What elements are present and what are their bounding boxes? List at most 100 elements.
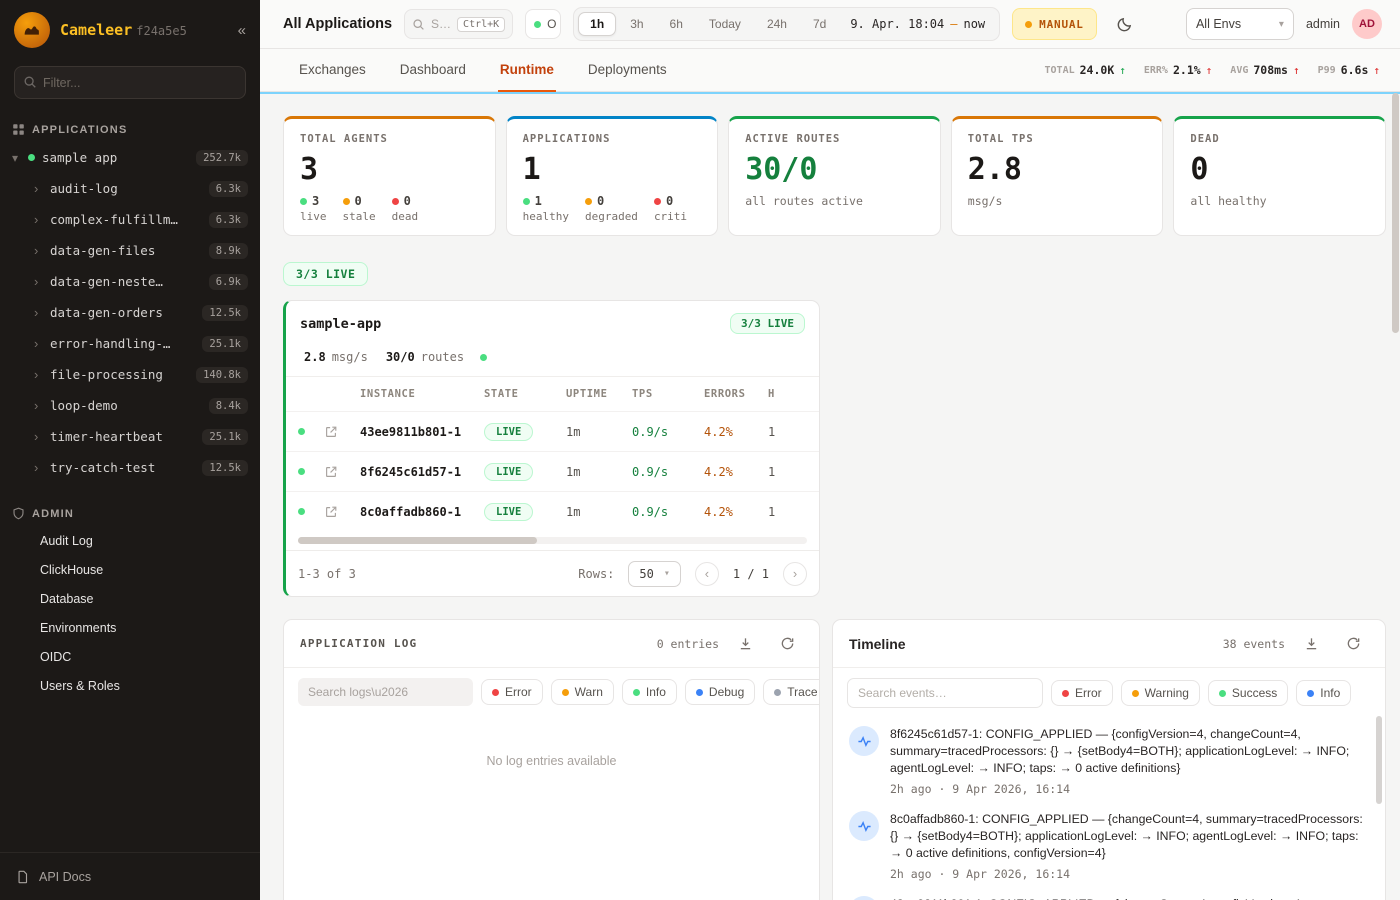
timeline-panel: Timeline 38 events Error Warning Success…	[832, 619, 1386, 900]
external-link-icon[interactable]	[324, 425, 360, 439]
sidebar-collapse-button[interactable]: «	[238, 22, 246, 39]
chevron-right-icon	[34, 243, 50, 258]
log-filter-debug[interactable]: Debug	[685, 679, 755, 705]
app-meta: 2.8msg/s 30/0routes	[286, 346, 819, 377]
page-scrollbar[interactable]	[1392, 93, 1399, 899]
tab-runtime[interactable]: Runtime	[498, 49, 556, 92]
table-row[interactable]: 43ee9811b801-1 LIVE 1m 0.9/s 4.2% 1	[286, 411, 819, 451]
sidebar-item-data-gen-orders[interactable]: data-gen-orders12.5k	[0, 297, 260, 328]
admin-shield-icon	[12, 507, 25, 520]
scrollbar-thumb[interactable]	[1392, 93, 1399, 333]
dark-mode-toggle[interactable]	[1109, 8, 1141, 40]
manual-dot	[1025, 21, 1032, 28]
download-button[interactable]	[729, 628, 761, 660]
chevron-right-icon	[34, 429, 50, 444]
sidebar-item-oidc[interactable]: OIDC	[0, 642, 260, 671]
table-row[interactable]: 8f6245c61d57-1 LIVE 1m 0.9/s 4.2% 1	[286, 451, 819, 491]
horizontal-scrollbar[interactable]	[298, 537, 807, 544]
admin-section-header: ADMIN	[0, 497, 260, 526]
sidebar-item-try-catch-test[interactable]: try-catch-test12.5k	[0, 452, 260, 483]
online-status-chip[interactable]: O	[525, 9, 561, 39]
table-row[interactable]: 8c0affadb860-1 LIVE 1m 0.9/s 4.2% 1	[286, 491, 819, 531]
tab-bar: Exchanges Dashboard Runtime Deployments …	[260, 49, 1400, 92]
scrollbar-thumb[interactable]	[298, 537, 537, 544]
applications-section-label: APPLICATIONS	[32, 124, 127, 136]
log-filter-trace[interactable]: Trace	[763, 679, 820, 705]
list-item[interactable]: 43ee9811b801-1: CONFIG_APPLIED — {change…	[849, 896, 1367, 900]
brand-header: Cameleerf24a5e5 «	[0, 0, 260, 58]
online-dot	[534, 21, 541, 28]
sidebar-item-sample-app[interactable]: sample app 252.7k	[0, 142, 260, 173]
sidebar-item-data-gen-files[interactable]: data-gen-files8.9k	[0, 235, 260, 266]
tab-deployments[interactable]: Deployments	[586, 49, 669, 92]
tab-dashboard[interactable]: Dashboard	[398, 49, 468, 92]
timeline-search-input[interactable]	[847, 678, 1043, 708]
sidebar-item-error-handling[interactable]: error-handling-…25.1k	[0, 328, 260, 359]
log-filter-error[interactable]: Error	[481, 679, 543, 705]
timeline-scrollbar[interactable]	[1376, 716, 1382, 804]
sidebar-item-file-processing[interactable]: file-processing140.8k	[0, 359, 260, 390]
external-link-icon[interactable]	[324, 505, 360, 519]
metric-err: ERR%2.1%	[1144, 63, 1212, 78]
tab-exchanges[interactable]: Exchanges	[297, 49, 368, 92]
top-bar: All Applications S… Ctrl+K O 1h 3h 6h To…	[260, 0, 1400, 49]
log-search-input[interactable]	[298, 678, 473, 706]
avatar[interactable]: AD	[1352, 9, 1382, 39]
search-placeholder-text: S…	[431, 17, 451, 31]
global-search[interactable]: S… Ctrl+K	[404, 9, 513, 39]
sidebar-item-loop-demo[interactable]: loop-demo8.4k	[0, 390, 260, 421]
metric-total: TOTAL24.0K	[1045, 63, 1126, 78]
next-page-button[interactable]: ›	[783, 562, 807, 586]
sidebar-item-users-roles[interactable]: Users & Roles	[0, 671, 260, 700]
trend-up-icon	[1293, 63, 1300, 78]
username-label: admin	[1306, 17, 1340, 31]
live-filter-badge[interactable]: 3/3 LIVE	[283, 262, 368, 286]
header-metrics: TOTAL24.0K ERR%2.1% AVG708ms P996.6s	[1045, 63, 1380, 78]
chevron-right-icon	[34, 336, 50, 351]
sidebar-item-data-gen-nested[interactable]: data-gen-neste…6.9k	[0, 266, 260, 297]
refresh-mode-button[interactable]: MANUAL	[1012, 8, 1097, 40]
timeline-filter-warning[interactable]: Warning	[1121, 680, 1200, 706]
refresh-button[interactable]	[1337, 628, 1369, 660]
sidebar-item-timer-heartbeat[interactable]: timer-heartbeat25.1k	[0, 421, 260, 452]
range-3h[interactable]: 3h	[618, 12, 655, 36]
app-card-sample-app: sample-app 3/3 LIVE 2.8msg/s 30/0routes …	[283, 300, 820, 597]
sidebar-item-complex-fulfillment[interactable]: complex-fulfillm…6.3k	[0, 204, 260, 235]
environment-select[interactable]: All Envs	[1186, 8, 1294, 40]
external-link-icon[interactable]	[324, 465, 360, 479]
range-7d[interactable]: 7d	[801, 12, 838, 36]
range-1h[interactable]: 1h	[578, 12, 616, 36]
chevron-right-icon	[34, 181, 50, 196]
document-icon	[16, 870, 30, 884]
range-today[interactable]: Today	[697, 12, 753, 36]
sidebar-item-environments[interactable]: Environments	[0, 613, 260, 642]
applications-icon	[12, 123, 25, 136]
download-button[interactable]	[1295, 628, 1327, 660]
list-item[interactable]: 8c0affadb860-1: CONFIG_APPLIED — {change…	[849, 811, 1367, 881]
app-label: sample app	[42, 150, 117, 165]
search-icon	[23, 75, 37, 89]
timeline-filter-info[interactable]: Info	[1296, 680, 1351, 706]
breakdown-healthy: 1healthy	[523, 194, 569, 223]
sidebar-item-database[interactable]: Database	[0, 584, 260, 613]
brand-name: Cameleer	[60, 21, 132, 39]
timeline-filter-success[interactable]: Success	[1208, 680, 1288, 706]
list-item[interactable]: 8f6245c61d57-1: CONFIG_APPLIED — {config…	[849, 726, 1367, 796]
date-range-display[interactable]: 9. Apr. 18:04 — now	[840, 17, 995, 31]
page-title: All Applications	[283, 16, 392, 32]
timeline-filter-error[interactable]: Error	[1051, 680, 1113, 706]
log-filter-warn[interactable]: Warn	[551, 679, 614, 705]
rows-per-page-select[interactable]: 50	[628, 561, 680, 587]
log-filter-info[interactable]: Info	[622, 679, 677, 705]
range-24h[interactable]: 24h	[755, 12, 799, 36]
api-docs-link[interactable]: API Docs	[0, 852, 260, 900]
sidebar-item-audit-log[interactable]: audit-log6.3k	[0, 173, 260, 204]
refresh-icon	[1346, 636, 1361, 651]
sidebar-item-audit-log-admin[interactable]: Audit Log	[0, 526, 260, 555]
prev-page-button[interactable]: ‹	[695, 562, 719, 586]
log-entries-count: 0 entries	[657, 637, 719, 651]
refresh-button[interactable]	[771, 628, 803, 660]
sidebar-item-clickhouse[interactable]: ClickHouse	[0, 555, 260, 584]
range-6h[interactable]: 6h	[658, 12, 695, 36]
sidebar-filter-input[interactable]	[14, 66, 246, 99]
